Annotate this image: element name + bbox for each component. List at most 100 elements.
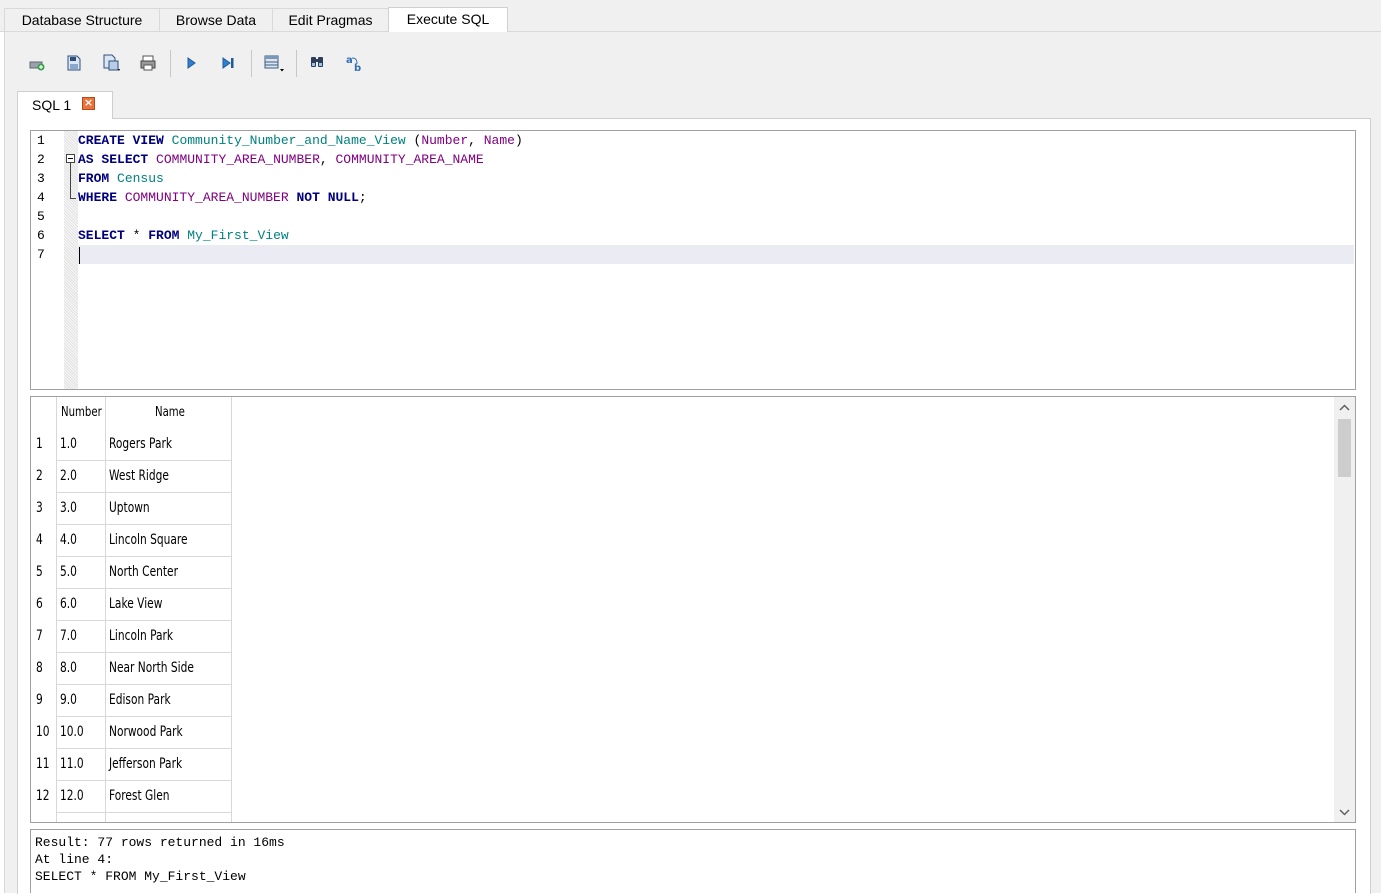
row-divider xyxy=(56,812,231,813)
line-number: 6 xyxy=(37,228,45,243)
tab-browse-data[interactable]: Browse Data xyxy=(159,8,273,31)
cell-name[interactable]: Jefferson Park xyxy=(109,749,182,780)
table-row[interactable]: 11 11.0 Jefferson Park xyxy=(31,749,231,781)
row-number: 5 xyxy=(36,564,43,580)
toolbar-separator xyxy=(251,50,252,77)
cell-number[interactable]: 6.0 xyxy=(60,589,77,620)
message-line-info: At line 4: xyxy=(35,852,114,867)
text-caret xyxy=(79,247,80,264)
code-line-7-current xyxy=(78,245,1354,264)
main-tab-bar: Database Structure Browse Data Edit Prag… xyxy=(0,0,1381,32)
table-row[interactable]: 9 9.0 Edison Park xyxy=(31,685,231,717)
row-number: 1 xyxy=(36,436,43,452)
line-number: 1 xyxy=(37,133,45,148)
find-icon[interactable] xyxy=(306,52,328,74)
fold-marker-line xyxy=(70,163,71,199)
message-query-line: SELECT * FROM My_First_View xyxy=(35,869,246,884)
cell-name[interactable]: North Center xyxy=(109,557,178,588)
cell-name[interactable]: Edison Park xyxy=(109,685,171,716)
cell-name[interactable]: Rogers Park xyxy=(109,429,172,460)
row-number: 8 xyxy=(36,660,43,676)
fold-marker-end xyxy=(70,198,76,199)
table-row[interactable]: 12 12.0 Forest Glen xyxy=(31,781,231,813)
row-number: 9 xyxy=(36,692,43,708)
tab-database-structure[interactable]: Database Structure xyxy=(4,8,160,31)
tab-edit-pragmas[interactable]: Edit Pragmas xyxy=(272,8,389,31)
sql-editor-tab-label: SQL 1 xyxy=(32,97,72,113)
table-row[interactable]: 10 10.0 Norwood Park xyxy=(31,717,231,749)
cell-number[interactable]: 4.0 xyxy=(60,525,77,556)
row-number: 12 xyxy=(36,788,50,804)
table-row[interactable]: 5 5.0 North Center xyxy=(31,557,231,589)
line-number: 2 xyxy=(37,152,45,167)
line-number: 7 xyxy=(37,247,45,262)
cell-number[interactable]: 5.0 xyxy=(60,557,77,588)
code-line-1: CREATE VIEW Community_Number_and_Name_Vi… xyxy=(78,133,523,148)
fold-margin xyxy=(64,131,78,389)
line-number-gutter: 1 2 3 4 5 6 7 xyxy=(31,131,64,389)
sql-editor-tab[interactable]: SQL 1 × xyxy=(17,91,113,119)
column-header-number[interactable]: Number xyxy=(61,397,102,429)
execute-all-icon[interactable] xyxy=(180,52,202,74)
cell-name[interactable]: Lincoln Park xyxy=(109,621,173,652)
code-line-2: AS SELECT COMMUNITY_AREA_NUMBER, COMMUNI… xyxy=(78,152,484,167)
cell-number[interactable]: 2.0 xyxy=(60,461,77,492)
open-sql-file-icon[interactable] xyxy=(63,52,85,74)
cell-number[interactable]: 9.0 xyxy=(60,685,77,716)
line-number: 4 xyxy=(37,190,45,205)
code-line-4: WHERE COMMUNITY_AREA_NUMBER NOT NULL; xyxy=(78,190,367,205)
scrollbar-thumb[interactable] xyxy=(1338,419,1351,477)
open-tab-icon[interactable] xyxy=(26,52,48,74)
fold-collapse-icon[interactable] xyxy=(66,154,75,163)
row-number: 4 xyxy=(36,532,43,548)
cell-number[interactable]: 8.0 xyxy=(60,653,77,684)
row-number: 3 xyxy=(36,500,43,516)
column-header-name[interactable]: Name xyxy=(155,397,185,429)
table-row[interactable]: 8 8.0 Near North Side xyxy=(31,653,231,685)
table-row[interactable]: 4 4.0 Lincoln Square xyxy=(31,525,231,557)
cell-name[interactable]: Norwood Park xyxy=(109,717,183,748)
row-number: 7 xyxy=(36,628,43,644)
execute-current-line-icon[interactable] xyxy=(217,52,239,74)
results-grid[interactable]: Number Name 1 1.0 Rogers Park 2 2.0 West Ridg… xyxy=(30,396,1356,823)
cell-name[interactable]: West Ridge xyxy=(109,461,169,492)
sql-editor[interactable]: 1 2 3 4 5 6 7 CREATE VIEW Community_Numb… xyxy=(30,130,1356,390)
table-row[interactable]: 3 3.0 Uptown xyxy=(31,493,231,525)
table-row[interactable]: 7 7.0 Lincoln Park xyxy=(31,621,231,653)
cell-name[interactable]: Lincoln Square xyxy=(109,525,188,556)
cell-number[interactable]: 12.0 xyxy=(60,781,84,812)
save-results-icon[interactable] xyxy=(263,52,285,74)
cell-name[interactable]: Near North Side xyxy=(109,653,194,684)
print-icon[interactable] xyxy=(137,52,159,74)
message-result-line: Result: 77 rows returned in 16ms xyxy=(35,835,285,850)
cell-name[interactable]: Lake View xyxy=(109,589,162,620)
toolbar-separator xyxy=(296,50,297,77)
tab-execute-sql[interactable]: Execute SQL xyxy=(388,7,508,32)
cell-number[interactable]: 3.0 xyxy=(60,493,77,524)
cell-number[interactable]: 7.0 xyxy=(60,621,77,652)
find-replace-icon[interactable]: ab xyxy=(343,52,365,74)
results-vertical-scrollbar[interactable] xyxy=(1334,397,1355,822)
save-sql-file-icon[interactable] xyxy=(100,52,122,74)
code-line-3: FROM Census xyxy=(78,171,164,186)
cell-number[interactable]: 11.0 xyxy=(60,749,84,780)
code-line-6: SELECT * FROM My_First_View xyxy=(78,228,289,243)
cell-name[interactable]: Uptown xyxy=(109,493,150,524)
cell-name[interactable]: Forest Glen xyxy=(109,781,170,812)
cell-number[interactable]: 10.0 xyxy=(60,717,84,748)
cell-number[interactable]: 1.0 xyxy=(60,429,77,460)
table-row[interactable]: 2 2.0 West Ridge xyxy=(31,461,231,493)
svg-text:b: b xyxy=(354,63,361,73)
svg-text:a: a xyxy=(346,55,353,66)
scroll-down-icon[interactable] xyxy=(1334,802,1355,822)
row-number: 10 xyxy=(36,724,50,740)
execution-message-pane: Result: 77 rows returned in 16ms At line … xyxy=(30,829,1356,893)
row-number: 11 xyxy=(36,756,50,772)
close-tab-icon[interactable]: × xyxy=(82,97,95,110)
table-row[interactable]: 1 1.0 Rogers Park xyxy=(31,429,231,461)
row-number: 6 xyxy=(36,596,43,612)
table-row[interactable]: 6 6.0 Lake View xyxy=(31,589,231,621)
scroll-up-icon[interactable] xyxy=(1334,397,1355,417)
grid-divider xyxy=(231,397,232,822)
